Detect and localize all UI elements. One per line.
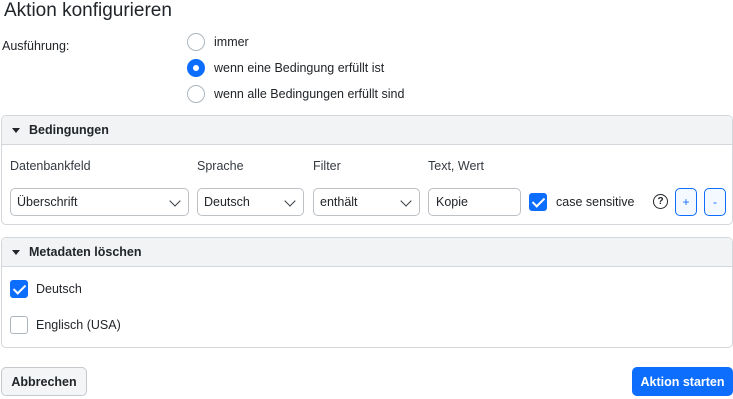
start-action-button[interactable]: Aktion starten bbox=[632, 367, 733, 396]
column-label-filter: Filter bbox=[313, 159, 341, 173]
radio-option-always[interactable]: immer bbox=[187, 32, 249, 52]
metadata-title: Metadaten löschen bbox=[29, 245, 142, 259]
execution-label: Ausführung: bbox=[2, 39, 70, 53]
caret-down-icon bbox=[12, 249, 20, 255]
filter-select[interactable]: enthält bbox=[313, 188, 420, 216]
filter-select-value: enthält bbox=[320, 195, 358, 209]
field-select[interactable]: Überschrift bbox=[10, 188, 189, 216]
language-select-value: Deutsch bbox=[204, 195, 250, 209]
conditions-title: Bedingungen bbox=[29, 123, 109, 137]
case-sensitive-label: case sensitive bbox=[556, 195, 635, 209]
question-circle-icon[interactable]: ? bbox=[653, 194, 668, 209]
chevron-down-icon bbox=[395, 189, 419, 215]
remove-condition-button[interactable]: - bbox=[704, 188, 726, 216]
metadata-item-english-usa[interactable]: Englisch (USA) bbox=[10, 316, 121, 334]
radio-button[interactable] bbox=[187, 85, 205, 103]
field-select-value: Überschrift bbox=[17, 195, 78, 209]
language-select[interactable]: Deutsch bbox=[197, 188, 304, 216]
value-input-text: Kopie bbox=[436, 195, 468, 209]
column-label-field: Datenbankfeld bbox=[10, 159, 91, 173]
value-input[interactable]: Kopie bbox=[428, 188, 521, 216]
metadata-checkbox-deutsch[interactable] bbox=[10, 280, 28, 298]
cancel-button[interactable]: Abbrechen bbox=[1, 367, 87, 396]
case-sensitive-checkbox[interactable] bbox=[529, 193, 547, 211]
column-label-value: Text, Wert bbox=[428, 159, 485, 173]
metadata-item-label: Deutsch bbox=[36, 282, 82, 296]
case-sensitive-toggle[interactable]: case sensitive bbox=[529, 193, 635, 211]
radio-option-all-conditions[interactable]: wenn alle Bedingungen erfüllt sind bbox=[187, 84, 404, 104]
add-condition-button[interactable]: + bbox=[675, 188, 697, 216]
dialog-title: Aktion konfigurieren bbox=[4, 0, 172, 21]
radio-label: immer bbox=[214, 35, 249, 49]
radio-label: wenn alle Bedingungen erfüllt sind bbox=[214, 87, 405, 101]
column-label-language: Sprache bbox=[197, 159, 244, 173]
chevron-down-icon bbox=[279, 189, 303, 215]
radio-label: wenn eine Bedingung erfüllt ist bbox=[214, 61, 385, 75]
chevron-down-icon bbox=[164, 189, 188, 215]
metadata-checkbox-english-usa[interactable] bbox=[10, 316, 28, 334]
metadata-item-label: Englisch (USA) bbox=[36, 318, 121, 332]
radio-option-one-condition[interactable]: wenn eine Bedingung erfüllt ist bbox=[187, 58, 384, 78]
metadata-panel-header[interactable]: Metadaten löschen bbox=[2, 238, 732, 267]
caret-down-icon bbox=[12, 127, 20, 133]
conditions-panel: Bedingungen Datenbankfeld Sprache Filter… bbox=[1, 115, 733, 225]
radio-button[interactable] bbox=[187, 59, 205, 77]
metadata-panel: Metadaten löschen Deutsch Englisch (USA) bbox=[1, 237, 733, 348]
metadata-item-deutsch[interactable]: Deutsch bbox=[10, 280, 82, 298]
radio-button[interactable] bbox=[187, 33, 205, 51]
conditions-panel-header[interactable]: Bedingungen bbox=[2, 116, 732, 145]
